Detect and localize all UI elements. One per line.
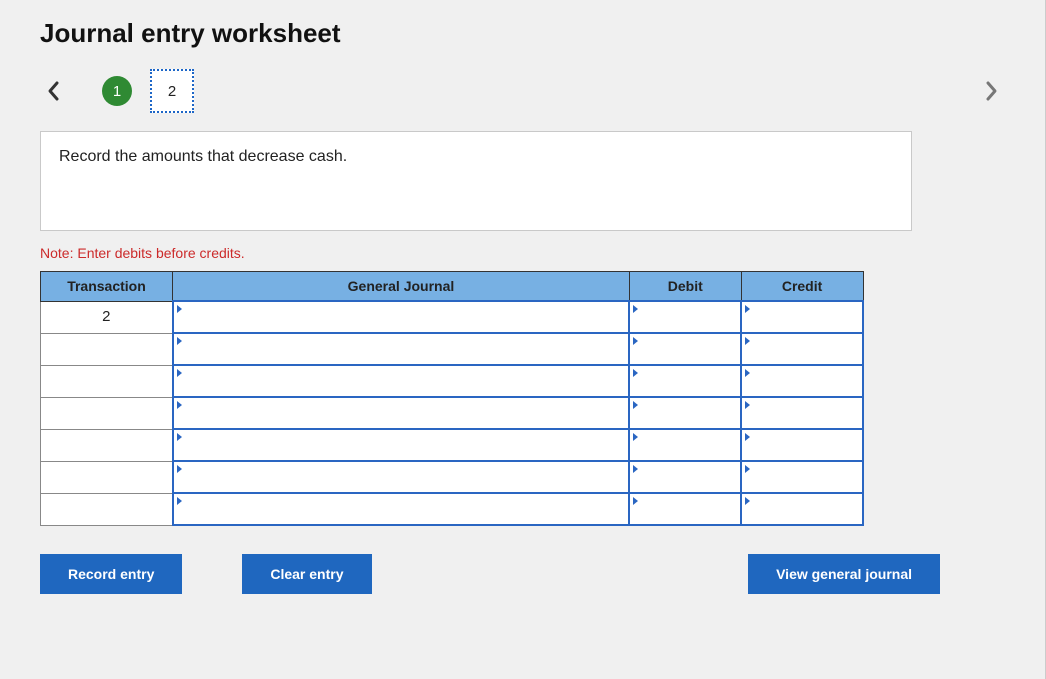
step-label: 1 — [113, 83, 121, 100]
general-journal-cell[interactable] — [173, 461, 630, 493]
transaction-value: 2 — [41, 303, 172, 331]
table-row — [41, 429, 864, 461]
credit-cell[interactable] — [741, 333, 863, 365]
step-1[interactable]: 1 — [102, 76, 132, 106]
table-row — [41, 397, 864, 429]
instruction-box: Record the amounts that decrease cash. — [40, 131, 912, 231]
chevron-right-icon[interactable] — [977, 77, 1005, 105]
transaction-cell[interactable] — [41, 461, 173, 493]
credit-cell[interactable] — [741, 397, 863, 429]
debit-cell[interactable] — [629, 333, 741, 365]
header-general-journal: General Journal — [173, 272, 630, 302]
pager: 1 2 — [40, 67, 1005, 115]
credit-cell[interactable] — [741, 365, 863, 397]
transaction-cell[interactable]: 2 — [41, 301, 173, 333]
table-row — [41, 461, 864, 493]
debit-cell[interactable] — [629, 461, 741, 493]
general-journal-cell[interactable] — [173, 397, 630, 429]
credit-cell[interactable] — [741, 461, 863, 493]
note-text: Note: Enter debits before credits. — [40, 245, 1005, 261]
instruction-text: Record the amounts that decrease cash. — [59, 148, 347, 165]
journal-table: Transaction General Journal Debit Credit… — [40, 271, 864, 526]
transaction-cell[interactable] — [41, 397, 173, 429]
table-row: 2 — [41, 301, 864, 333]
table-row — [41, 365, 864, 397]
header-debit: Debit — [629, 272, 741, 302]
general-journal-cell[interactable] — [173, 301, 630, 333]
transaction-cell[interactable] — [41, 333, 173, 365]
chevron-left-icon[interactable] — [40, 77, 68, 105]
table-row — [41, 333, 864, 365]
record-entry-button[interactable]: Record entry — [40, 554, 182, 594]
header-transaction: Transaction — [41, 272, 173, 302]
general-journal-cell[interactable] — [173, 493, 630, 525]
transaction-cell[interactable] — [41, 493, 173, 525]
step-2[interactable]: 2 — [150, 69, 194, 113]
page-title: Journal entry worksheet — [40, 18, 1005, 49]
transaction-cell[interactable] — [41, 365, 173, 397]
debit-cell[interactable] — [629, 301, 741, 333]
general-journal-cell[interactable] — [173, 365, 630, 397]
general-journal-cell[interactable] — [173, 333, 630, 365]
credit-cell[interactable] — [741, 301, 863, 333]
general-journal-cell[interactable] — [173, 429, 630, 461]
credit-cell[interactable] — [741, 429, 863, 461]
table-row — [41, 493, 864, 525]
transaction-cell[interactable] — [41, 429, 173, 461]
debit-cell[interactable] — [629, 429, 741, 461]
debit-cell[interactable] — [629, 365, 741, 397]
clear-entry-button[interactable]: Clear entry — [242, 554, 371, 594]
header-credit: Credit — [741, 272, 863, 302]
debit-cell[interactable] — [629, 493, 741, 525]
credit-cell[interactable] — [741, 493, 863, 525]
step-label: 2 — [168, 83, 176, 100]
view-general-journal-button[interactable]: View general journal — [748, 554, 940, 594]
debit-cell[interactable] — [629, 397, 741, 429]
